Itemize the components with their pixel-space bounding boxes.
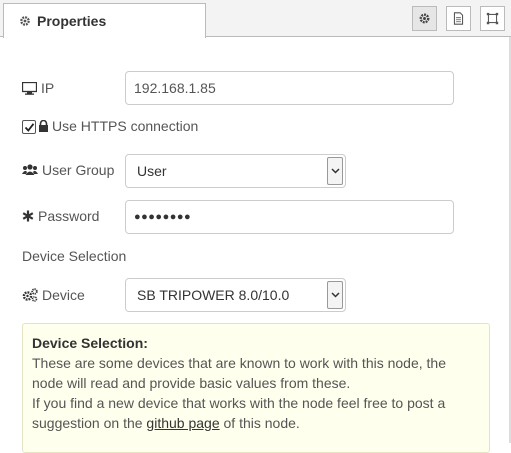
tab-properties[interactable]: Properties bbox=[3, 3, 206, 38]
device-label-text: Device bbox=[42, 287, 85, 303]
https-checkbox[interactable] bbox=[22, 120, 36, 134]
device-selection-heading: Device Selection bbox=[22, 248, 127, 264]
help-paragraph-1: These are some devices that are known to… bbox=[32, 355, 446, 391]
tab-properties-label: Properties bbox=[37, 13, 107, 29]
device-selection-help: Device Selection: These are some devices… bbox=[22, 323, 490, 453]
cogs-icon bbox=[22, 288, 38, 302]
help-paragraph-2: If you find a new device that works with… bbox=[32, 393, 480, 433]
user-group-dropdown-arrow[interactable] bbox=[327, 157, 343, 185]
ip-label: IP bbox=[22, 78, 54, 98]
https-label: Use HTTPS connection bbox=[38, 118, 198, 134]
help-title: Device Selection: bbox=[32, 335, 148, 351]
device-select[interactable]: SB TRIPOWER 8.0/10.0 bbox=[125, 278, 346, 312]
chevron-down-icon bbox=[330, 168, 340, 174]
user-group-label: User Group bbox=[22, 160, 114, 180]
frame-icon bbox=[486, 12, 499, 25]
ip-field[interactable]: 192.168.1.85 bbox=[125, 71, 454, 105]
device-dropdown-arrow[interactable] bbox=[327, 281, 343, 309]
users-icon bbox=[22, 164, 38, 175]
tab-bar: Properties bbox=[0, 0, 511, 38]
ip-value: 192.168.1.85 bbox=[134, 80, 216, 96]
password-label-text: Password bbox=[38, 208, 100, 224]
user-group-select[interactable]: User bbox=[125, 154, 346, 188]
description-button[interactable] bbox=[446, 6, 471, 31]
password-value: ●●●●●●●● bbox=[134, 211, 192, 223]
user-group-value: User bbox=[137, 163, 167, 179]
ip-label-text: IP bbox=[41, 80, 55, 96]
password-label: Password bbox=[22, 206, 99, 226]
monitor-icon bbox=[22, 81, 37, 95]
checkmark-icon bbox=[24, 122, 34, 132]
gear-icon bbox=[20, 16, 30, 26]
https-label-text: Use HTTPS connection bbox=[52, 118, 199, 134]
gear-icon bbox=[419, 13, 430, 24]
document-icon bbox=[453, 12, 464, 25]
appearance-button[interactable] bbox=[480, 6, 505, 31]
password-field[interactable]: ●●●●●●●● bbox=[125, 200, 454, 234]
help-paragraph-2-end: of this node. bbox=[219, 415, 300, 431]
github-page-link[interactable]: github page bbox=[146, 415, 219, 431]
device-value: SB TRIPOWER 8.0/10.0 bbox=[137, 287, 290, 303]
settings-button[interactable] bbox=[412, 6, 437, 31]
user-group-label-text: User Group bbox=[42, 162, 115, 178]
device-label: Device bbox=[22, 285, 85, 305]
chevron-down-icon bbox=[330, 292, 340, 298]
asterisk-icon bbox=[22, 210, 34, 222]
lock-icon bbox=[39, 120, 48, 132]
